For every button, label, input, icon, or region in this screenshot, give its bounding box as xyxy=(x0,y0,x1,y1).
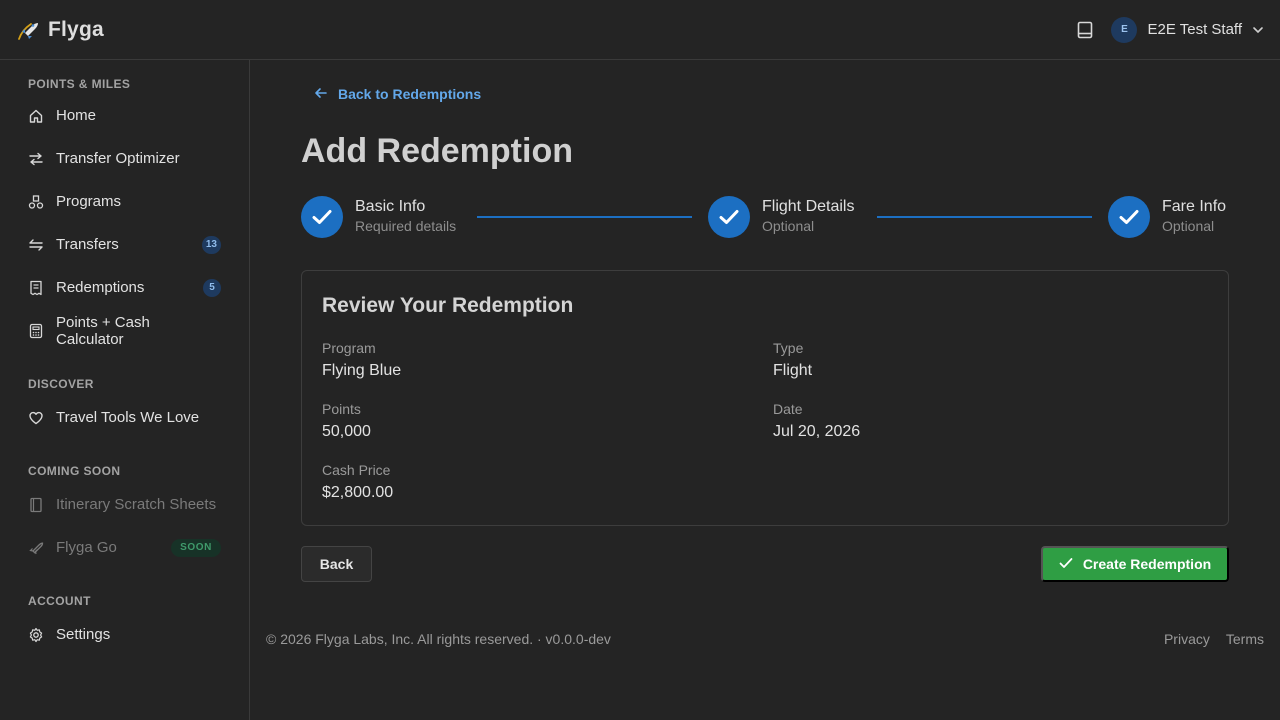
step-label: Flight Details xyxy=(762,198,855,215)
sidebar-item-home[interactable]: Home xyxy=(0,94,249,137)
avatar: E xyxy=(1111,16,1138,43)
field-value: $2,800.00 xyxy=(322,484,394,501)
sidebar-item-settings[interactable]: Settings xyxy=(0,613,249,656)
field-program: Program Flying Blue xyxy=(322,339,401,382)
check-icon xyxy=(708,196,750,238)
arrow-left-icon xyxy=(314,86,328,103)
user-menu[interactable]: E E2E Test Staff xyxy=(1111,16,1264,43)
sidebar-item-label: Programs xyxy=(56,193,122,210)
back-button[interactable]: Back xyxy=(301,546,372,582)
check-icon xyxy=(1108,196,1150,238)
redemptions-count-badge: 5 xyxy=(203,278,221,297)
field-points: Points 50,000 xyxy=(322,400,371,443)
top-right-controls: E E2E Test Staff xyxy=(1075,16,1264,43)
field-label: Date xyxy=(773,401,803,417)
sidebar-item-points-cash-calculator[interactable]: Points + Cash Calculator xyxy=(0,309,249,352)
sidebar-section-title: ACCOUNT xyxy=(28,594,91,608)
terms-link[interactable]: Terms xyxy=(1226,631,1264,647)
step-flight-details[interactable]: Flight Details Optional xyxy=(708,196,854,238)
page-title: Add Redemption xyxy=(301,132,573,170)
sidebar-item-label: Settings xyxy=(56,626,111,643)
sidebar-item-travel-tools[interactable]: Travel Tools We Love xyxy=(0,396,249,439)
user-name: E2E Test Staff xyxy=(1147,21,1242,38)
field-type: Type Flight xyxy=(773,339,812,382)
top-bar: Flyga E E2E Test Staff xyxy=(0,0,1280,60)
chevron-down-icon xyxy=(1252,24,1264,36)
field-value: Jul 20, 2026 xyxy=(773,423,861,440)
receipt-icon xyxy=(28,280,44,296)
sidebar-item-label: Home xyxy=(56,107,97,124)
create-redemption-button[interactable]: Create Redemption xyxy=(1041,546,1229,582)
sidebar-item-label: Flyga Go xyxy=(56,539,117,556)
step-sublabel: Optional xyxy=(1162,218,1215,234)
review-card: Review Your Redemption Program Flying Bl… xyxy=(301,270,1229,526)
step-connector xyxy=(877,216,1092,218)
field-value: Flight xyxy=(773,362,813,379)
step-sublabel: Required details xyxy=(355,218,457,234)
programs-icon xyxy=(28,194,44,210)
sidebar-item-label: Travel Tools We Love xyxy=(56,409,200,426)
home-icon xyxy=(28,108,44,124)
calculator-icon xyxy=(28,323,44,339)
book-icon[interactable] xyxy=(1075,20,1095,40)
field-label: Cash Price xyxy=(322,462,391,478)
arrows-swap-icon xyxy=(28,151,44,167)
sidebar-item-flyga-go: Flyga Go SOON xyxy=(0,526,249,569)
rocket-icon xyxy=(28,540,44,556)
notebook-icon xyxy=(28,497,44,513)
step-label: Fare Info xyxy=(1162,198,1227,215)
transfers-icon xyxy=(28,237,44,253)
sidebar: POINTS & MILES Home Transfer Optimizer P… xyxy=(0,60,250,720)
back-link-label: Back to Redemptions xyxy=(338,86,482,102)
footer-links: Privacy Terms xyxy=(1164,631,1264,647)
field-date: Date Jul 20, 2026 xyxy=(773,400,860,443)
sidebar-item-redemptions[interactable]: Redemptions 5 xyxy=(0,266,249,309)
create-redemption-label: Create Redemption xyxy=(1082,556,1212,572)
sidebar-section-title: COMING SOON xyxy=(28,464,121,478)
copyright: © 2026 Flyga Labs, Inc. All rights reser… xyxy=(266,631,611,647)
step-fare-info[interactable]: Fare Info Optional xyxy=(1108,196,1226,238)
field-cash-price: Cash Price $2,800.00 xyxy=(322,461,393,504)
back-to-redemptions-link[interactable]: Back to Redemptions xyxy=(314,84,481,104)
sidebar-section-title: POINTS & MILES xyxy=(28,77,131,91)
stepper: Basic Info Required details Flight Detai… xyxy=(301,196,1229,240)
review-title: Review Your Redemption xyxy=(322,294,574,317)
rocket-logo-icon xyxy=(16,18,40,42)
transfers-count-badge: 13 xyxy=(201,235,221,254)
gear-icon xyxy=(28,627,44,643)
step-connector xyxy=(477,216,692,218)
step-basic-info[interactable]: Basic Info Required details xyxy=(301,196,456,238)
field-value: Flying Blue xyxy=(322,362,402,379)
sidebar-item-transfers[interactable]: Transfers 13 xyxy=(0,223,249,266)
main-content: Back to Redemptions Add Redemption Basic… xyxy=(250,60,1280,720)
step-sublabel: Optional xyxy=(762,218,815,234)
sidebar-item-label: Transfers xyxy=(56,236,119,253)
check-icon xyxy=(1059,556,1073,572)
sidebar-item-label: Itinerary Scratch Sheets xyxy=(56,496,217,513)
brand-name: Flyga xyxy=(48,17,104,41)
field-label: Program xyxy=(322,340,376,356)
sidebar-item-transfer-optimizer[interactable]: Transfer Optimizer xyxy=(0,137,249,180)
field-label: Type xyxy=(773,340,804,356)
step-label: Basic Info xyxy=(355,198,426,215)
heart-icon xyxy=(28,410,44,426)
sidebar-section-title: DISCOVER xyxy=(28,377,94,391)
sidebar-item-label: Points + Cash Calculator xyxy=(56,313,150,348)
field-value: 50,000 xyxy=(322,423,371,440)
privacy-link[interactable]: Privacy xyxy=(1164,631,1210,647)
field-label: Points xyxy=(322,401,361,417)
sidebar-item-label: Transfer Optimizer xyxy=(56,150,180,167)
soon-badge: SOON xyxy=(171,538,221,557)
check-icon xyxy=(301,196,343,238)
sidebar-item-itinerary-scratch-sheets: Itinerary Scratch Sheets xyxy=(0,483,249,526)
brand[interactable]: Flyga xyxy=(16,18,104,42)
sidebar-item-label: Redemptions xyxy=(56,279,145,296)
sidebar-item-programs[interactable]: Programs xyxy=(0,180,249,223)
